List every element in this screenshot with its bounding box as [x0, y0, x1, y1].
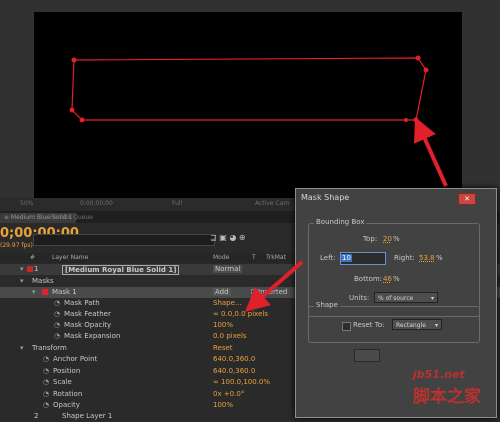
annotation-arrows — [244, 117, 448, 312]
watermark-logo: jb51.net — [413, 368, 465, 381]
arrow-to-mask-path — [244, 260, 304, 312]
watermark-text: 脚本之家 — [413, 387, 481, 407]
arrow-to-mask — [413, 117, 448, 187]
